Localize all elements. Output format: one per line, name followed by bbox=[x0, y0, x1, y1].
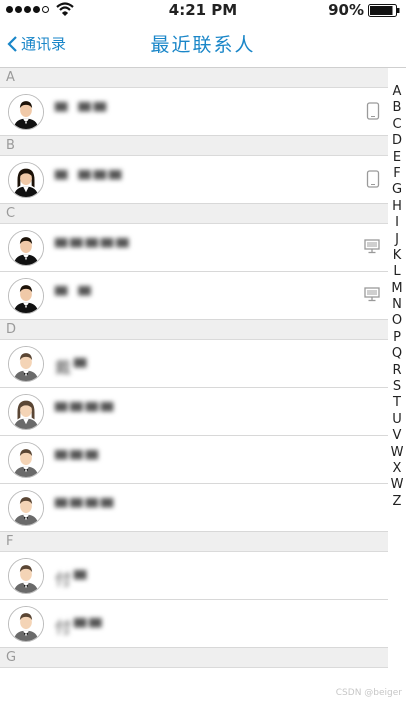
male-avatar-icon bbox=[8, 278, 44, 314]
male-avatar-icon bbox=[8, 230, 44, 266]
index-letter-a[interactable]: A bbox=[388, 84, 406, 100]
page-title: 最近联系人 bbox=[150, 34, 256, 56]
index-letter-p[interactable]: P bbox=[388, 330, 406, 346]
nav-bar: 通讯录 最近联系人 bbox=[0, 20, 406, 68]
index-letter-w[interactable]: W bbox=[388, 477, 406, 493]
contact-name: 戴▀ bbox=[55, 358, 90, 377]
index-letter-s[interactable]: S bbox=[388, 379, 406, 395]
female-avatar-icon bbox=[8, 162, 44, 198]
index-letter-n[interactable]: N bbox=[388, 297, 406, 313]
contact-name: ▀▀▀ bbox=[55, 450, 101, 469]
index-letter-w[interactable]: W bbox=[388, 445, 406, 461]
contact-list: A ▀ ▀▀ B ▀ ▀▀▀ C ▀▀▀▀▀ ▀ ▀ D 戴▀ ▀▀▀▀ ▀▀▀ ▀▀▀▀ F 付▀ 付▀▀… bbox=[0, 68, 388, 668]
contact-row[interactable]: ▀▀▀ bbox=[0, 436, 388, 484]
contact-row[interactable]: ▀ ▀▀ bbox=[0, 88, 388, 136]
contact-row[interactable]: ▀▀▀▀ bbox=[0, 484, 388, 532]
monitor-icon bbox=[364, 238, 380, 254]
index-letter-f[interactable]: F bbox=[388, 166, 406, 182]
section-header-f: F bbox=[0, 532, 388, 552]
contact-name: ▀▀▀▀ bbox=[55, 498, 117, 517]
male-avatar-icon bbox=[8, 490, 44, 526]
male-avatar-icon bbox=[8, 94, 44, 130]
battery-percent: 90% bbox=[328, 1, 364, 19]
monitor-icon bbox=[364, 286, 380, 302]
section-header-g: G bbox=[0, 648, 388, 668]
index-letter-h[interactable]: H bbox=[388, 199, 406, 215]
phone-icon bbox=[366, 170, 380, 188]
index-letter-e[interactable]: E bbox=[388, 150, 406, 166]
index-letter-o[interactable]: O bbox=[388, 313, 406, 329]
index-letter-x[interactable]: X bbox=[388, 461, 406, 477]
contact-row[interactable]: ▀ ▀ bbox=[0, 272, 388, 320]
contact-name: 付▀ bbox=[55, 570, 90, 589]
phone-icon bbox=[366, 102, 380, 120]
index-letter-t[interactable]: T bbox=[388, 395, 406, 411]
section-header-b: B bbox=[0, 136, 388, 156]
contact-row[interactable]: 戴▀ bbox=[0, 340, 388, 388]
contact-row[interactable]: 付▀ bbox=[0, 552, 388, 600]
battery-icon bbox=[368, 4, 400, 17]
index-letter-c[interactable]: C bbox=[388, 117, 406, 133]
male-avatar-icon bbox=[8, 606, 44, 642]
index-letter-z[interactable]: Z bbox=[388, 494, 406, 510]
index-letter-d[interactable]: D bbox=[388, 133, 406, 149]
contact-row[interactable]: ▀▀▀▀▀ bbox=[0, 224, 388, 272]
index-letter-i[interactable]: I bbox=[388, 215, 406, 231]
female-avatar-icon bbox=[8, 394, 44, 430]
male-avatar-icon bbox=[8, 558, 44, 594]
contact-row[interactable]: ▀ ▀▀▀ bbox=[0, 156, 388, 204]
contact-name: ▀ ▀ bbox=[55, 286, 94, 305]
contact-name: ▀ ▀▀ bbox=[55, 102, 109, 121]
index-letter-b[interactable]: B bbox=[388, 100, 406, 116]
contact-name: ▀▀▀▀▀ bbox=[55, 238, 132, 257]
index-letter-u[interactable]: U bbox=[388, 412, 406, 428]
index-letter-j[interactable]: J bbox=[388, 232, 406, 248]
contact-name: ▀▀▀▀ bbox=[55, 402, 117, 421]
alphabet-index[interactable]: ABCDEFGHIJKLMNOPQRSTUVWXWZ bbox=[388, 84, 406, 510]
status-bar: 4:21 PM 90% bbox=[0, 0, 406, 20]
male-avatar-icon bbox=[8, 346, 44, 382]
contact-row[interactable]: ▀▀▀▀ bbox=[0, 388, 388, 436]
index-letter-l[interactable]: L bbox=[388, 264, 406, 280]
contact-name: 付▀▀ bbox=[55, 618, 105, 637]
contact-row[interactable]: 付▀▀ bbox=[0, 600, 388, 648]
contact-name: ▀ ▀▀▀ bbox=[55, 170, 125, 189]
index-letter-g[interactable]: G bbox=[388, 182, 406, 198]
index-letter-q[interactable]: Q bbox=[388, 346, 406, 362]
section-header-c: C bbox=[0, 204, 388, 224]
index-letter-v[interactable]: V bbox=[388, 428, 406, 444]
watermark: CSDN @beiger bbox=[335, 688, 402, 698]
index-letter-r[interactable]: R bbox=[388, 363, 406, 379]
index-letter-k[interactable]: K bbox=[388, 248, 406, 264]
section-header-d: D bbox=[0, 320, 388, 340]
male-avatar-icon bbox=[8, 442, 44, 478]
section-header-a: A bbox=[0, 68, 388, 88]
index-letter-m[interactable]: M bbox=[388, 281, 406, 297]
